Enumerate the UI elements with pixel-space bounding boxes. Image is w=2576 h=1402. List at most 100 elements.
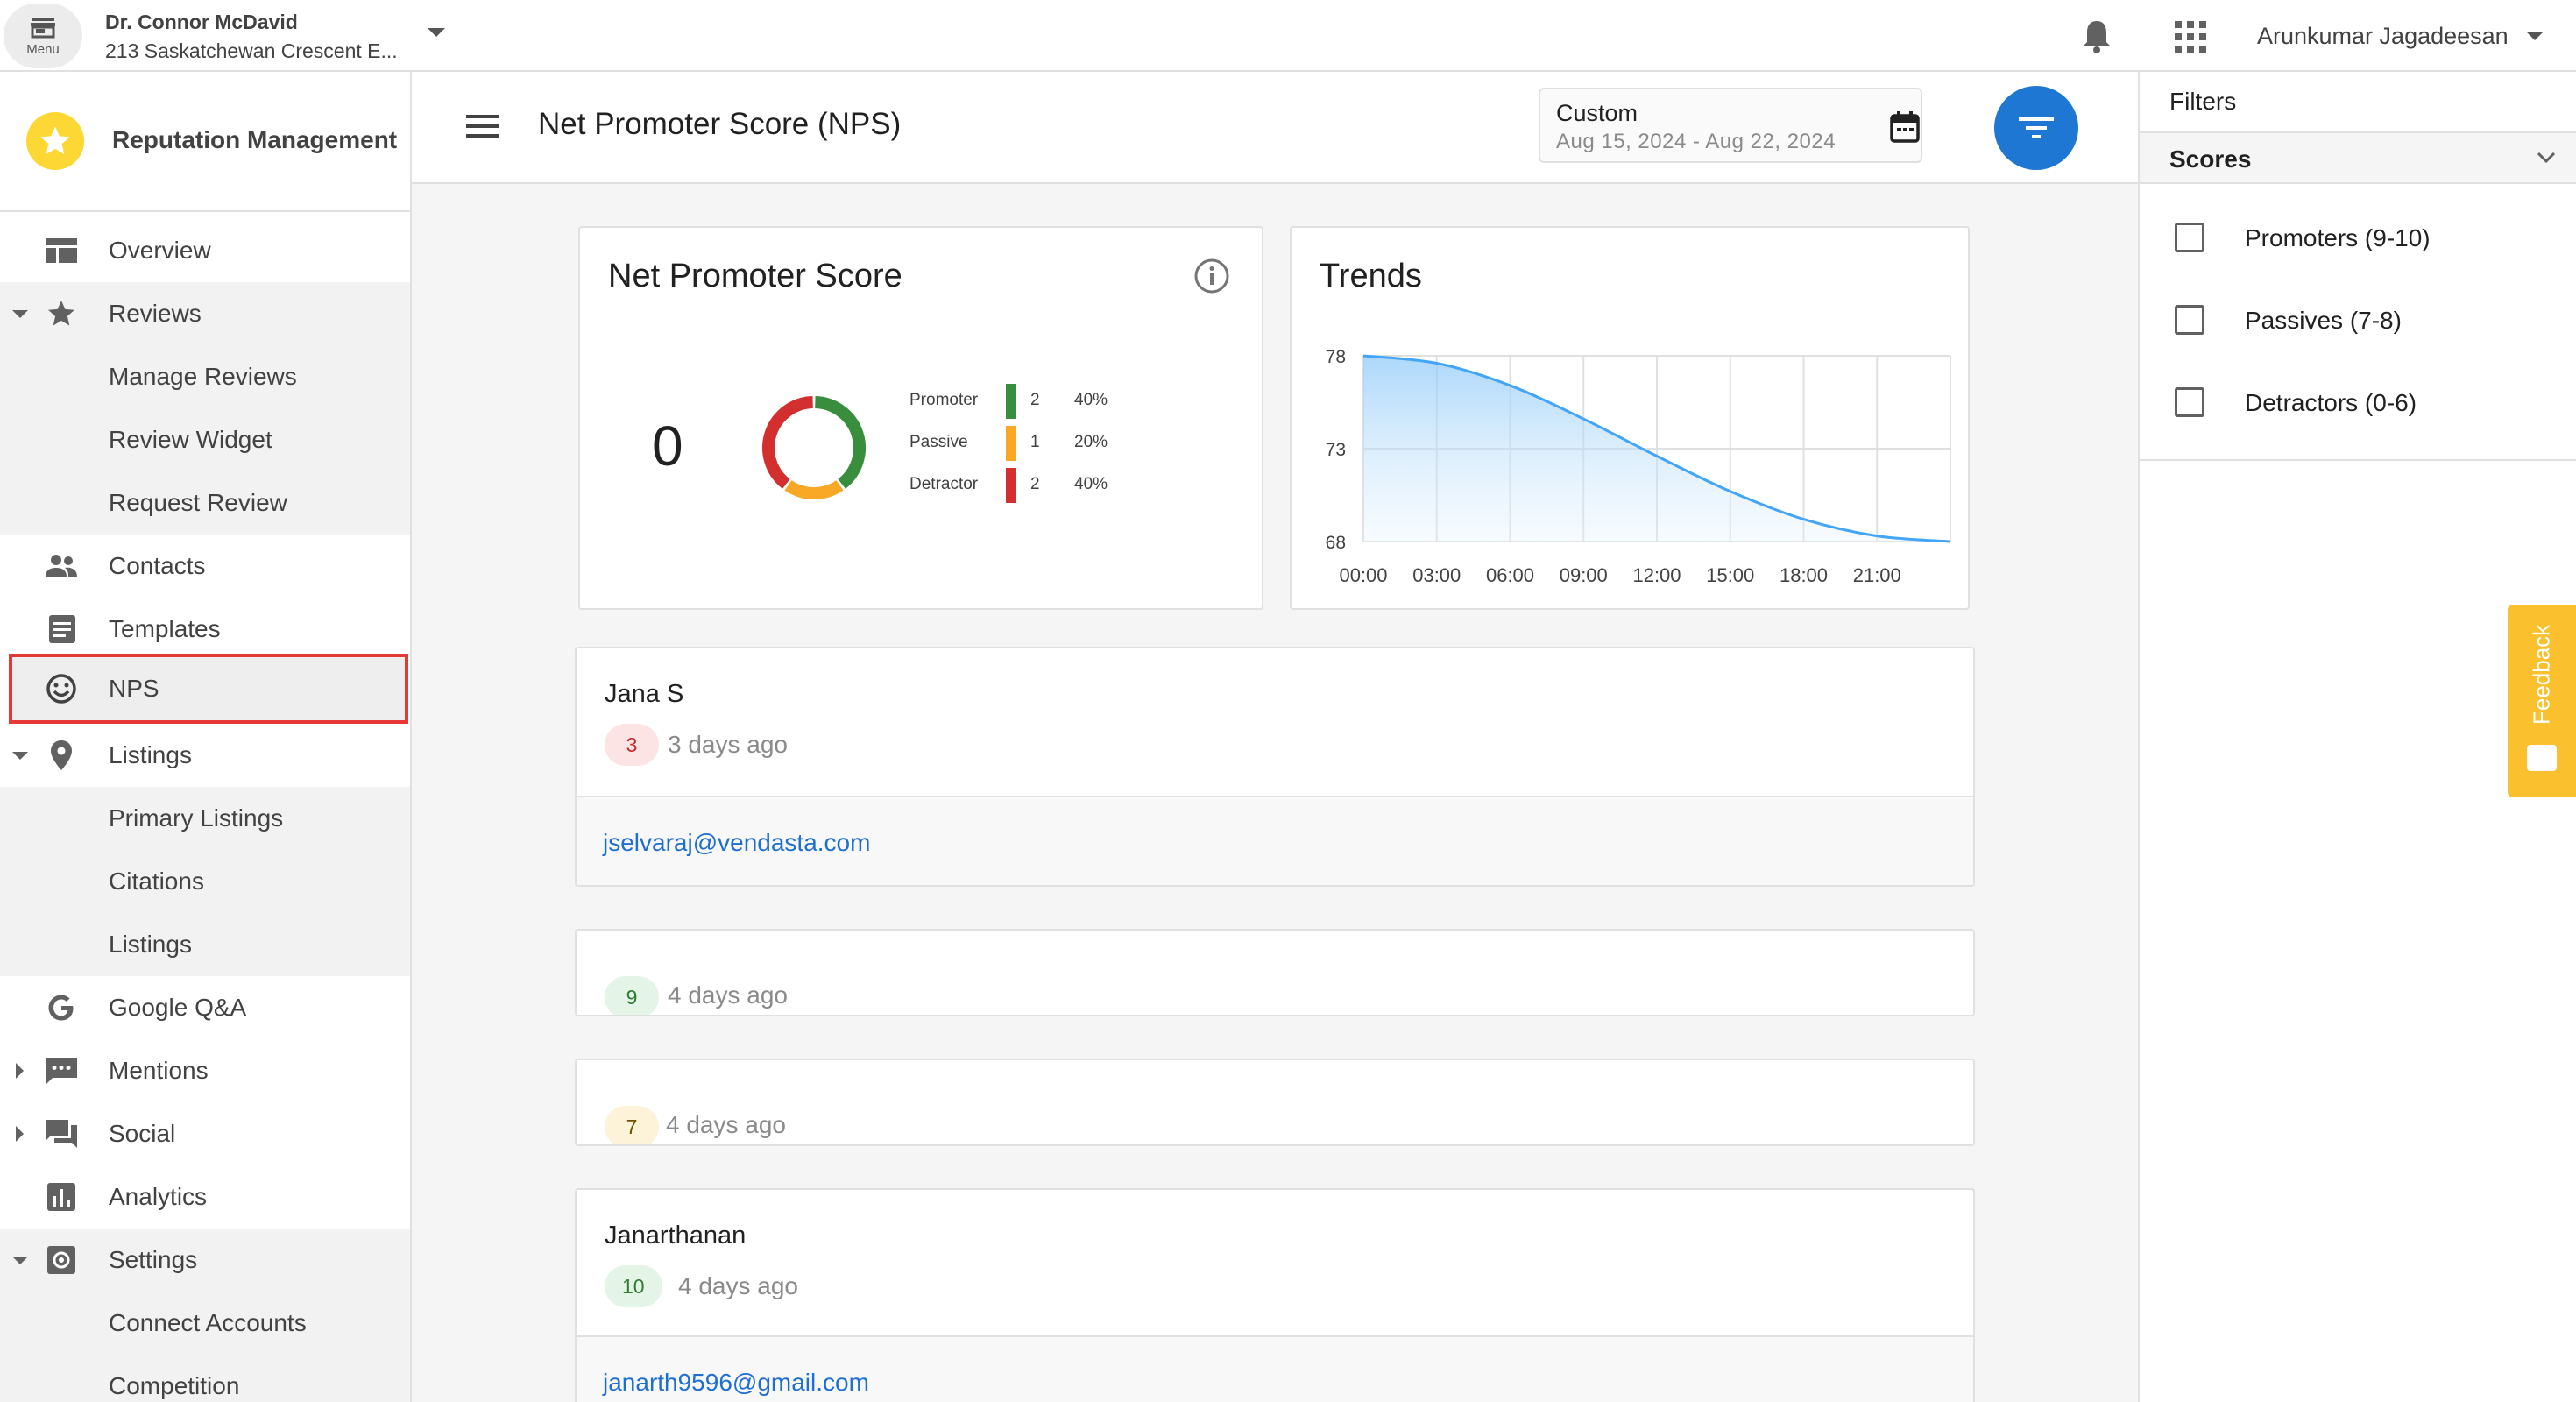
sidebar-item-contacts[interactable]: Contacts — [0, 535, 410, 598]
sidebar: Reputation Management Overview Reviews M… — [0, 72, 412, 1402]
sidebar-item-listings[interactable]: Listings — [0, 724, 410, 787]
nps-response-card[interactable]: 9 4 days ago — [575, 929, 1975, 1016]
email-row: janarth9596@gmail.com — [577, 1335, 1973, 1402]
y-tick-label: 78 — [1326, 347, 1346, 367]
collapse-icon — [12, 1257, 28, 1264]
chevron-down-icon — [2537, 152, 2556, 164]
expand-icon — [16, 1126, 24, 1142]
business-selector[interactable]: Dr. Connor McDavid 213 Saskatchewan Cres… — [105, 11, 398, 63]
score-chip: 7 — [605, 1106, 659, 1144]
gear-icon — [47, 1246, 75, 1274]
user-menu[interactable]: Arunkumar Jagadeesan — [2257, 23, 2509, 50]
star-icon — [48, 301, 74, 326]
date-range-label: Custom — [1556, 100, 1638, 126]
detractor-color-bar — [1006, 468, 1016, 503]
info-icon[interactable] — [1193, 258, 1230, 294]
hamburger-menu-icon[interactable] — [466, 114, 499, 138]
expand-icon — [16, 1063, 24, 1079]
store-icon — [31, 17, 55, 38]
y-tick-label: 68 — [1326, 533, 1346, 553]
score-chip: 3 — [605, 724, 659, 766]
response-time: 4 days ago — [668, 981, 788, 1009]
business-name: Dr. Connor McDavid — [105, 11, 298, 33]
promoter-color-bar — [1006, 384, 1016, 419]
date-range-value: Aug 15, 2024 - Aug 22, 2024 — [1556, 130, 1836, 153]
donut-slice-detractor — [762, 396, 814, 489]
sidebar-item-reviews[interactable]: Reviews — [0, 282, 410, 345]
sidebar-item-social[interactable]: Social — [0, 1102, 410, 1165]
sidebar-item-google-qa[interactable]: Google Q&A — [0, 976, 410, 1039]
sidebar-item-citations[interactable]: Citations — [0, 850, 410, 913]
sidebar-item-nps[interactable]: NPS — [9, 654, 408, 724]
business-address: 213 Saskatchewan Crescent E... — [105, 39, 398, 62]
x-tick-label: 18:00 — [1780, 564, 1828, 586]
collapse-icon — [12, 752, 28, 760]
feedback-tab[interactable]: Feedback — [2508, 605, 2576, 797]
respondent-email-link[interactable]: janarth9596@gmail.com — [603, 1369, 869, 1397]
x-tick-label: 21:00 — [1853, 564, 1901, 586]
x-tick-label: 00:00 — [1339, 564, 1387, 586]
page-title: Net Promoter Score (NPS) — [538, 107, 902, 141]
response-time: 3 days ago — [668, 731, 788, 758]
menu-button[interactable]: Menu — [4, 4, 82, 68]
filter-list-icon — [2019, 117, 2054, 138]
score-chip: 10 — [605, 1265, 662, 1307]
nps-donut-chart — [762, 396, 866, 499]
x-tick-label: 03:00 — [1412, 564, 1461, 586]
forum-icon — [46, 1120, 77, 1148]
document-icon — [49, 615, 75, 643]
reputation-logo-icon — [26, 112, 84, 170]
calendar-icon[interactable] — [1889, 110, 1921, 144]
response-time: 4 days ago — [678, 1272, 798, 1299]
donut-slice-promoter — [814, 396, 866, 489]
passive-color-bar — [1006, 426, 1016, 461]
respondent-email-link[interactable]: jselvaraj@vendasta.com — [603, 829, 870, 857]
product-name: Reputation Management — [112, 126, 398, 153]
top-bar: Menu Dr. Connor McDavid 213 Saskatchewan… — [0, 0, 2576, 72]
bell-icon[interactable] — [2080, 18, 2113, 54]
business-dropdown-icon[interactable] — [428, 28, 445, 37]
page-header: Net Promoter Score (NPS) Custom Aug 15, … — [412, 72, 2138, 184]
bar-chart-icon — [47, 1183, 75, 1211]
chat-bubble-icon — [46, 1058, 77, 1085]
sidebar-item-request-review[interactable]: Request Review — [0, 471, 410, 535]
nps-response-card[interactable]: Jana S 3 3 days ago jselvaraj@vendasta.c… — [575, 647, 1975, 887]
x-tick-label: 12:00 — [1632, 564, 1681, 586]
donut-slice-passive — [784, 479, 844, 499]
email-row: jselvaraj@vendasta.com — [577, 796, 1973, 885]
scores-section-header[interactable]: Scores — [2140, 131, 2576, 184]
respondent-name: Jana S — [605, 680, 684, 708]
sidebar-item-manage-reviews[interactable]: Manage Reviews — [0, 345, 410, 408]
product-brand: Reputation Management — [0, 72, 410, 212]
sidebar-item-templates[interactable]: Templates — [0, 598, 410, 661]
filters-title: Filters — [2169, 88, 2237, 115]
sidebar-item-connect-accounts[interactable]: Connect Accounts — [0, 1292, 410, 1355]
nps-response-card[interactable]: Janarthanan 10 4 days ago janarth9596@gm… — [575, 1188, 1975, 1402]
sidebar-item-mentions[interactable]: Mentions — [0, 1039, 410, 1102]
collapse-icon — [12, 310, 28, 318]
trends-card: Trends 78 73 68 00:00 03:00 06:00 09:00 12:00 15… — [1290, 226, 1970, 610]
y-tick-label: 73 — [1326, 440, 1346, 460]
sidebar-item-review-widget[interactable]: Review Widget — [0, 408, 410, 471]
feedback-smiley-icon — [2527, 745, 2557, 771]
google-icon — [48, 995, 74, 1021]
sidebar-item-competition[interactable]: Competition — [0, 1355, 410, 1402]
location-pin-icon — [51, 740, 72, 770]
sidebar-item-settings[interactable]: Settings — [0, 1229, 410, 1292]
x-tick-label: 09:00 — [1560, 564, 1608, 586]
smiley-icon — [46, 674, 76, 704]
trends-line-chart: 78 73 68 00:00 03:00 06:00 09:00 12:00 15:00 18:0… — [1326, 347, 1951, 586]
user-dropdown-icon[interactable] — [2526, 32, 2544, 40]
sidebar-item-listings-sub[interactable]: Listings — [0, 913, 410, 976]
divider — [2140, 459, 2576, 461]
sidebar-item-overview[interactable]: Overview — [0, 219, 410, 282]
feedback-label: Feedback — [2528, 624, 2555, 726]
sidebar-item-analytics[interactable]: Analytics — [0, 1165, 410, 1229]
nps-response-card[interactable]: 7 4 days ago — [575, 1059, 1975, 1146]
people-icon — [46, 555, 77, 577]
filter-button[interactable] — [1994, 86, 2078, 170]
date-range-picker[interactable]: Custom Aug 15, 2024 - Aug 22, 2024 — [1539, 88, 1922, 163]
score-chip: 9 — [605, 976, 659, 1015]
sidebar-item-primary-listings[interactable]: Primary Listings — [0, 787, 410, 850]
apps-grid-icon[interactable] — [2175, 21, 2206, 53]
